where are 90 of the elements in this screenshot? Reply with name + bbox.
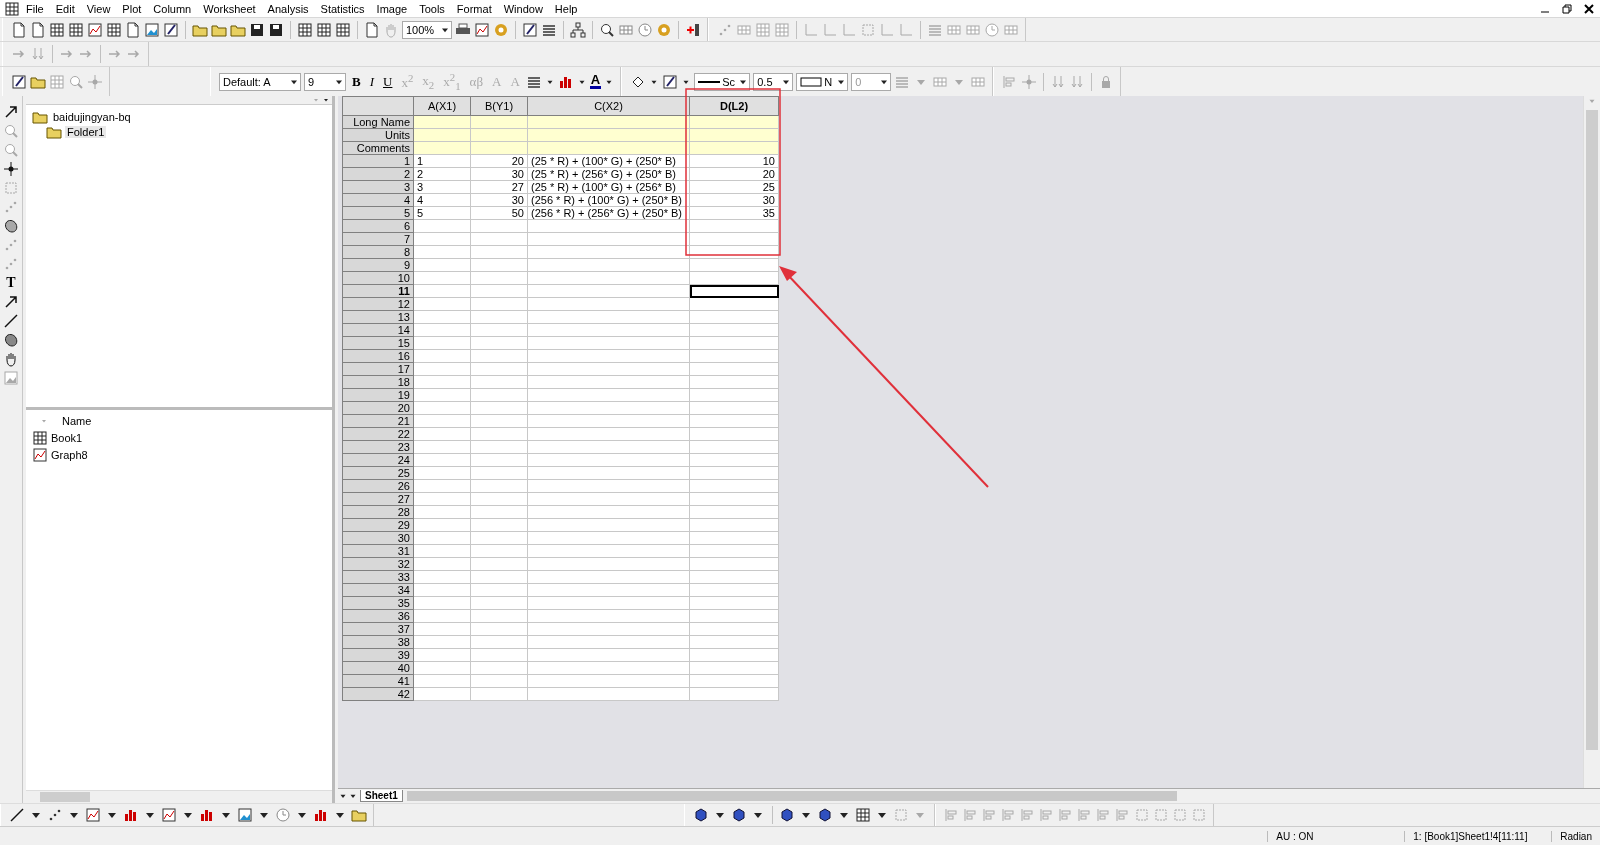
diagonal-arrow-icon[interactable] <box>3 294 19 310</box>
format-button[interactable]: U <box>380 73 396 90</box>
bar-chart-icon[interactable] <box>123 807 139 823</box>
column-header[interactable]: A(X1) <box>413 96 471 116</box>
sheet-tab[interactable]: Sheet1 <box>360 790 403 802</box>
grid-icon[interactable] <box>297 21 313 38</box>
line-icon[interactable] <box>9 807 25 823</box>
blob-icon[interactable] <box>3 218 19 234</box>
cube-icon[interactable] <box>817 807 833 823</box>
font-dropdown[interactable]: Default: A <box>219 72 301 91</box>
pen-icon[interactable] <box>522 21 538 38</box>
pen-icon[interactable] <box>163 21 179 38</box>
column-header[interactable]: D(L2) <box>689 96 779 116</box>
chart-icon[interactable] <box>87 21 103 38</box>
menu-item[interactable]: Edit <box>49 2 81 15</box>
grid-icon[interactable] <box>106 21 122 38</box>
line-width-dropdown[interactable]: 0.5 <box>753 72 794 91</box>
font-color-button[interactable]: A <box>589 74 602 89</box>
chart-icon[interactable] <box>474 21 490 38</box>
document-icon[interactable] <box>125 21 141 38</box>
cube-icon[interactable] <box>731 807 747 823</box>
dots-icon[interactable] <box>3 256 19 272</box>
scrollbar-thumb[interactable] <box>1586 110 1598 750</box>
dots-icon[interactable] <box>3 199 19 215</box>
chart-icon[interactable] <box>32 446 48 463</box>
bar-chart-icon[interactable] <box>199 807 215 823</box>
plus-icon[interactable] <box>685 21 701 38</box>
crosshair-icon[interactable] <box>3 161 19 177</box>
caret-icon <box>40 417 48 425</box>
project-item[interactable]: Graph8 <box>51 448 88 461</box>
grid-icon[interactable] <box>32 429 48 446</box>
blob-icon[interactable] <box>3 332 19 348</box>
menu-item[interactable]: Plot <box>116 2 148 15</box>
pen-icon[interactable] <box>11 73 27 90</box>
document-icon[interactable] <box>11 21 27 38</box>
menu-item[interactable]: Image <box>370 2 414 15</box>
menu-item[interactable]: Statistics <box>314 2 371 15</box>
pen-icon[interactable] <box>662 73 679 90</box>
scrollbar-thumb[interactable] <box>40 792 90 802</box>
menu-item[interactable]: Tools <box>413 2 451 15</box>
gear-icon[interactable] <box>493 21 509 38</box>
format-button[interactable]: B <box>349 73 364 90</box>
menu-item[interactable]: Analysis <box>261 2 315 15</box>
column-header[interactable]: C(X2) <box>527 96 690 116</box>
tree-item[interactable]: baidujingyan-bq <box>51 110 133 123</box>
document-icon[interactable] <box>364 21 380 38</box>
grid-icon[interactable] <box>855 807 871 823</box>
line-sample-icon <box>698 80 721 83</box>
grid-icon[interactable] <box>49 21 65 38</box>
menu-item[interactable]: Worksheet <box>197 2 262 15</box>
grid-icon[interactable] <box>68 21 84 38</box>
cube-icon[interactable] <box>693 807 709 823</box>
font-size-dropdown[interactable]: 9 <box>304 72 346 91</box>
zoom-icon[interactable] <box>599 21 615 38</box>
project-item[interactable]: Book1 <box>51 431 83 444</box>
chart-icon[interactable] <box>85 807 101 823</box>
diagonal-arrow-icon[interactable] <box>3 104 19 120</box>
status-text: 1: [Book1]Sheet1!4[11:11] <box>1404 830 1552 842</box>
text-tool[interactable]: T <box>6 275 16 291</box>
status-text: AU : ON <box>1267 830 1405 842</box>
gear-icon[interactable] <box>656 21 672 38</box>
tree-icon[interactable] <box>570 21 586 38</box>
zoom-dropdown[interactable]: 100% <box>402 20 452 39</box>
column-header[interactable]: Name <box>62 415 92 427</box>
close-icon[interactable] <box>1582 1 1596 16</box>
chart-icon[interactable] <box>161 807 177 823</box>
menu-item[interactable]: File <box>20 2 50 15</box>
grid-icon[interactable] <box>4 0 20 17</box>
grid-icon[interactable] <box>316 21 332 38</box>
cube-icon[interactable] <box>779 807 795 823</box>
column-header[interactable]: B(Y1) <box>470 96 528 116</box>
grid-icon[interactable] <box>335 21 351 38</box>
menu-item[interactable]: Column <box>147 2 198 15</box>
format-button[interactable]: I <box>366 73 377 90</box>
menu-item[interactable]: View <box>80 2 117 15</box>
clock-icon[interactable] <box>637 21 653 38</box>
line-icon[interactable] <box>3 313 19 329</box>
dots-icon[interactable] <box>3 237 19 253</box>
menu-item[interactable]: Format <box>450 2 498 15</box>
menu-item[interactable]: Window <box>497 2 549 15</box>
menu-item[interactable]: Help <box>548 2 584 15</box>
bar-chart-icon[interactable] <box>313 807 329 823</box>
dots-icon[interactable] <box>47 807 63 823</box>
tree-item[interactable]: Folder1 <box>65 125 107 138</box>
document-icon[interactable] <box>30 21 46 38</box>
folder-icon[interactable] <box>351 807 367 823</box>
restore-icon[interactable] <box>1560 1 1574 16</box>
status-text: Radian <box>1551 830 1600 842</box>
box-style-dropdown[interactable]: N <box>796 72 849 91</box>
horizontal-scrollbar[interactable] <box>406 791 1177 801</box>
